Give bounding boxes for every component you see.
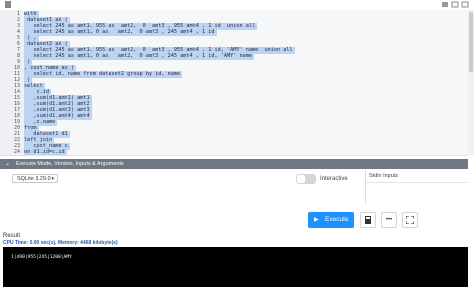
- file-icon[interactable]: [4, 1, 12, 8]
- code-text: on d1.id=c.id: [24, 149, 67, 155]
- stdin-label: Stdin Inputs: [369, 173, 399, 179]
- more-icon: •••: [385, 217, 393, 223]
- execute-button[interactable]: ▶ Execute: [308, 212, 354, 228]
- play-icon: ▶: [314, 217, 319, 223]
- execute-button-label: Execute: [325, 216, 349, 223]
- cpu-stats: CPU Time: 0.00 sec(s), Memory: 4468 kilo…: [3, 240, 118, 246]
- interactive-label: Interactive: [320, 176, 348, 182]
- scrollbar-thumb[interactable]: [469, 12, 473, 72]
- section-title: Execute Mode, Version, Inputs & Argument…: [16, 161, 124, 167]
- interactive-toggle[interactable]: [296, 174, 316, 184]
- code-editor[interactable]: 1 with 2 dataset1 as (3 select 245 as amt1…: [0, 10, 468, 156]
- chevron-down-icon: ▾: [51, 176, 54, 182]
- settings-icon[interactable]: [441, 1, 449, 8]
- version-select[interactable]: SQLite 3.29.0 ▾: [12, 174, 58, 183]
- editor-scrollbar[interactable]: [468, 10, 474, 155]
- copy-icon[interactable]: [451, 1, 459, 8]
- result-output-panel: 1|490|955|245|1200|AMY: [3, 247, 468, 287]
- version-select-value: SQLite 3.29.0: [17, 176, 51, 182]
- toggle-knob: [297, 175, 305, 183]
- line-number: 24: [13, 149, 20, 155]
- chevron-down-icon: ⌄: [5, 161, 11, 167]
- more-options-button[interactable]: •••: [381, 212, 397, 228]
- download-button[interactable]: [360, 212, 376, 228]
- file-icon: [365, 216, 371, 224]
- fullscreen-icon[interactable]: [461, 1, 469, 8]
- editor-toolbar: [0, 0, 474, 10]
- expand-icon: [405, 215, 415, 225]
- expand-button[interactable]: [402, 212, 418, 228]
- execute-options-header[interactable]: ⌄ Execute Mode, Version, Inputs & Argume…: [0, 159, 468, 169]
- code-line: 24 on d1.id=c.id: [0, 149, 468, 155]
- stdin-input[interactable]: [366, 182, 468, 207]
- result-label: Result: [3, 233, 21, 239]
- result-output: 1|490|955|245|1200|AMY: [11, 255, 72, 260]
